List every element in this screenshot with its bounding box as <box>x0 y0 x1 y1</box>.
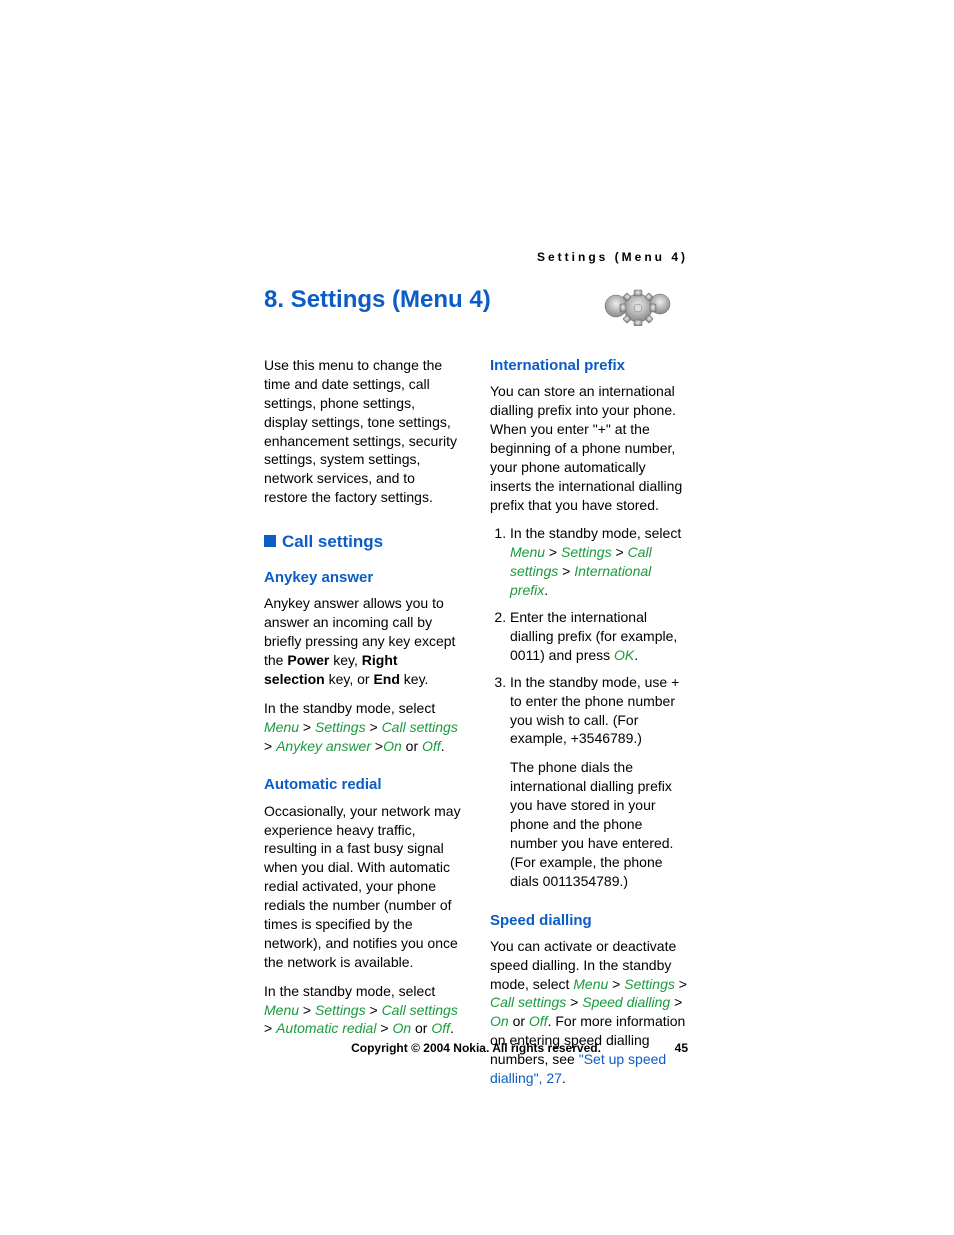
list-item: Enter the international dialling prefix … <box>510 608 688 665</box>
menu-path: Menu <box>573 976 608 992</box>
menu-path: Off <box>422 738 441 754</box>
intro-paragraph: Use this menu to change the time and dat… <box>264 356 462 507</box>
menu-path: On <box>490 1013 509 1029</box>
menu-path: Settings <box>624 976 675 992</box>
text: . <box>441 738 445 754</box>
text: . <box>562 1070 566 1086</box>
menu-path: Settings <box>561 544 612 560</box>
menu-path: Menu <box>264 1002 299 1018</box>
text: . <box>634 647 638 663</box>
speed-paragraph-1: You can activate or deactivate speed dia… <box>490 937 688 1088</box>
menu-path: Settings <box>315 719 366 735</box>
footer-spacer <box>264 1041 304 1055</box>
section-heading-text: Call settings <box>282 532 383 551</box>
section-call-settings: Call settings <box>264 531 462 554</box>
text: or <box>509 1013 529 1029</box>
text: In the standby mode, select <box>264 983 435 999</box>
menu-path: Speed dialling <box>582 994 670 1010</box>
text: Enter the international dialling prefix … <box>510 609 677 663</box>
key-end: End <box>373 671 399 687</box>
text: key, <box>329 652 361 668</box>
anykey-paragraph-2: In the standby mode, select Menu > Setti… <box>264 699 462 756</box>
menu-path: Call settings <box>382 719 458 735</box>
text: In the standby mode, select <box>264 700 435 716</box>
menu-path: On <box>383 738 402 754</box>
heading-anykey-answer: Anykey answer <box>264 568 462 588</box>
copyright-text: Copyright © 2004 Nokia. All rights reser… <box>304 1041 648 1055</box>
menu-path: Off <box>529 1013 548 1029</box>
text: key. <box>400 671 429 687</box>
text: In the standby mode, select <box>510 525 681 541</box>
columns: Use this menu to change the time and dat… <box>264 356 688 1098</box>
list-item: In the standby mode, use + to enter the … <box>510 673 688 749</box>
menu-path: Off <box>431 1020 450 1036</box>
page-footer: Copyright © 2004 Nokia. All rights reser… <box>264 1041 688 1055</box>
text: . <box>450 1020 454 1036</box>
intlprefix-paragraph-1: You can store an international dialling … <box>490 382 688 514</box>
autoredial-paragraph-2: In the standby mode, select Menu > Setti… <box>264 982 462 1039</box>
menu-path: OK <box>614 647 634 663</box>
menu-path: Call settings <box>490 994 566 1010</box>
menu-path: Menu <box>264 719 299 735</box>
menu-path: On <box>392 1020 411 1036</box>
running-header: Settings (Menu 4) <box>264 250 688 264</box>
list-item: In the standby mode, select Menu > Setti… <box>510 524 688 600</box>
intlprefix-steps: In the standby mode, select Menu > Setti… <box>490 524 688 748</box>
title-row: 8. Settings (Menu 4) <box>264 286 688 326</box>
intlprefix-followup: The phone dials the international dialli… <box>510 758 688 890</box>
heading-automatic-redial: Automatic redial <box>264 775 462 795</box>
page-title: 8. Settings (Menu 4) <box>264 286 491 314</box>
right-column: International prefix You can store an in… <box>490 356 688 1098</box>
text: or <box>402 738 422 754</box>
text: key, or <box>325 671 374 687</box>
text: or <box>411 1020 431 1036</box>
manual-page: Settings (Menu 4) 8. Settings (Menu 4) <box>0 0 954 1158</box>
left-column: Use this menu to change the time and dat… <box>264 356 462 1098</box>
autoredial-paragraph-1: Occasionally, your network may experienc… <box>264 802 462 972</box>
menu-path: Menu <box>510 544 545 560</box>
menu-path: Automatic redial <box>276 1020 376 1036</box>
square-bullet-icon <box>264 535 276 547</box>
gears-icon <box>588 286 688 326</box>
page-number: 45 <box>648 1041 688 1055</box>
heading-speed-dialling: Speed dialling <box>490 911 688 931</box>
menu-path: Call settings <box>382 1002 458 1018</box>
key-power: Power <box>287 652 329 668</box>
menu-path: Anykey answer <box>276 738 371 754</box>
text: . <box>544 582 548 598</box>
heading-international-prefix: International prefix <box>490 356 688 376</box>
anykey-paragraph-1: Anykey answer allows you to answer an in… <box>264 594 462 688</box>
menu-path: Settings <box>315 1002 366 1018</box>
